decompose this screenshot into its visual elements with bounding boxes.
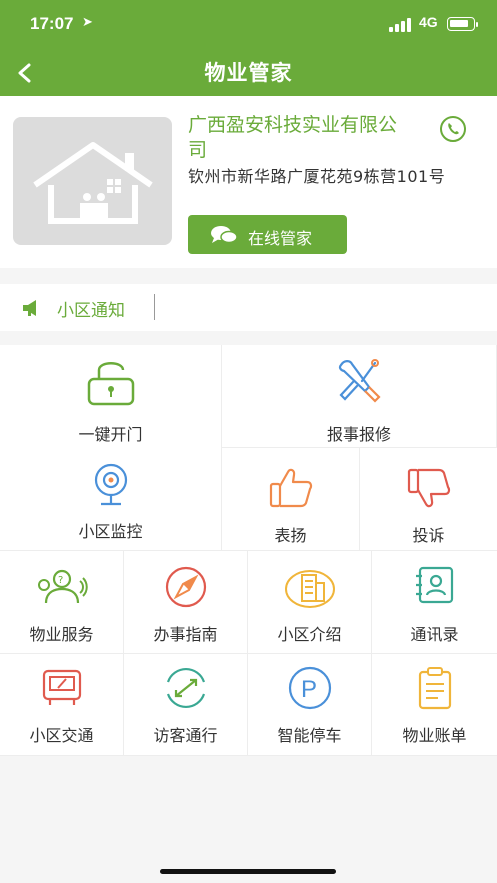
grid-label: 访客通行 (153, 726, 218, 745)
grid-label: 通讯录 (410, 625, 459, 644)
online-butler-label: 在线管家 (248, 229, 313, 248)
company-address: 钦州市新华路广厦花苑9栋营101号 (188, 167, 446, 186)
grid-item-visitor[interactable]: 访客通行 (124, 654, 248, 756)
home-indicator (160, 869, 336, 874)
phone-icon[interactable] (439, 115, 467, 143)
grid-item-monitor[interactable]: 小区监控 (0, 448, 222, 551)
network-label: 4G (419, 14, 438, 30)
signal-icon (389, 18, 413, 32)
grid-label: 物业服务 (29, 625, 94, 644)
grid-item-traffic[interactable]: 小区交通 (0, 654, 124, 756)
svg-text:P: P (301, 676, 317, 703)
grid-label: 小区交通 (29, 726, 94, 745)
grid-item-repair[interactable]: 报事报修 (222, 345, 497, 448)
grid-label: 小区监控 (78, 522, 143, 541)
grid-item-property-service[interactable]: ? 物业服务 (0, 551, 124, 654)
grid-label: 小区介绍 (277, 625, 342, 644)
grid-label: 表扬 (274, 526, 307, 545)
grid-label: 一键开门 (78, 425, 143, 444)
grid-item-complaint[interactable]: 投诉 (360, 448, 497, 551)
notice-bar[interactable]: 小区通知 (0, 284, 497, 331)
unlock-icon (87, 362, 134, 406)
location-arrow-icon: ➤ (82, 15, 93, 30)
grid-label: 投诉 (412, 526, 445, 545)
service-people-icon: ? (37, 569, 88, 604)
notice-divider (154, 294, 155, 320)
grid-label: 智能停车 (277, 726, 342, 745)
grid-label: 物业账单 (402, 726, 467, 745)
grid-item-bill[interactable]: 物业账单 (372, 654, 497, 756)
visitor-pass-icon (166, 667, 205, 709)
company-card: 广西盈安科技实业有限公司 钦州市新华路广厦花苑9栋营101号 在线管家 (0, 96, 497, 268)
battery-icon (447, 17, 478, 31)
thumbs-down-icon (407, 468, 450, 508)
bus-icon (42, 669, 81, 705)
status-bar: 17:07 ➤ 4G (0, 14, 497, 38)
grid-label: 办事指南 (153, 625, 218, 644)
building-icon (284, 570, 335, 608)
company-image (13, 117, 172, 245)
camera-icon (94, 463, 127, 506)
grid-item-parking[interactable]: P 智能停车 (248, 654, 372, 756)
chat-bubbles-icon (211, 226, 238, 244)
grid-item-contacts[interactable]: 通讯录 (372, 551, 497, 654)
online-butler-button[interactable]: 在线管家 (188, 215, 347, 254)
company-name: 广西盈安科技实业有限公司 (188, 114, 398, 161)
notice-label: 小区通知 (57, 301, 125, 321)
function-grid: 一键开门 报事报修 小区监控 表扬 投诉 ? 物业服务 办事指南 小区介绍 通讯… (0, 345, 497, 756)
grid-item-praise[interactable]: 表扬 (222, 448, 360, 551)
house-icon (33, 142, 153, 224)
page-title: 物业管家 (204, 61, 293, 85)
bill-icon (418, 667, 451, 710)
top-bar: 17:07 ➤ 4G 物业管家 (0, 0, 497, 96)
megaphone-icon (23, 300, 36, 316)
compass-icon (165, 566, 206, 608)
svg-text:?: ? (58, 575, 63, 586)
contacts-icon (415, 566, 453, 604)
repair-tools-icon (338, 359, 381, 403)
grid-item-intro[interactable]: 小区介绍 (248, 551, 372, 654)
thumbs-up-icon (269, 468, 312, 508)
status-time: 17:07 (30, 14, 74, 33)
grid-label: 报事报修 (326, 425, 391, 444)
grid-item-guide[interactable]: 办事指南 (124, 551, 248, 654)
parking-icon: P (288, 666, 331, 710)
